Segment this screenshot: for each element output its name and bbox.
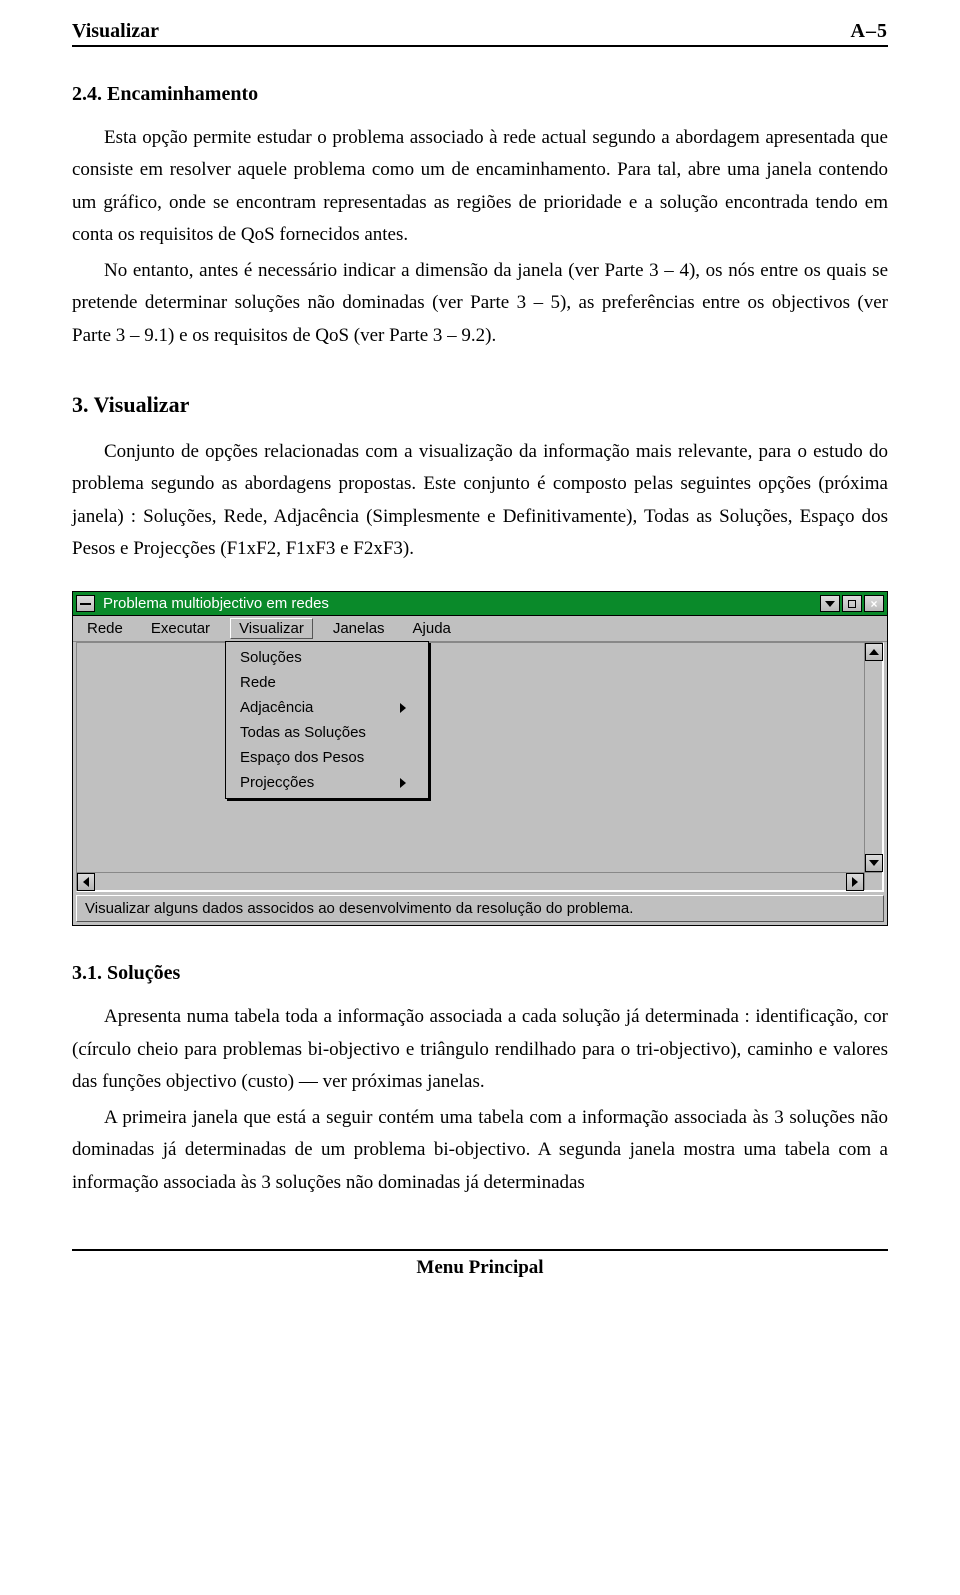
- menu-rede[interactable]: Rede: [87, 620, 123, 637]
- status-text: Visualizar alguns dados associdos ao des…: [85, 900, 633, 917]
- header-left: Visualizar: [72, 20, 159, 43]
- para-2-4-a: Esta opção permite estudar o problema as…: [72, 122, 888, 251]
- menubar: Rede Executar Visualizar Janelas Ajuda: [73, 616, 887, 642]
- para-3-a: Conjunto de opções relacionadas com a vi…: [72, 436, 888, 565]
- dd-label: Rede: [240, 674, 276, 691]
- page-footer: Menu Principal: [72, 1249, 888, 1279]
- app-window: Problema multiobjectivo em redes × Rede …: [72, 591, 888, 926]
- arrow-up-icon: [869, 649, 879, 655]
- para-3-1-b: A primeira janela que está a seguir cont…: [72, 1102, 888, 1199]
- page-running-header: Visualizar A–5: [72, 20, 888, 47]
- heading-3-1: 3.1. Soluções: [72, 962, 888, 985]
- titlebar[interactable]: Problema multiobjectivo em redes ×: [73, 592, 887, 616]
- scroll-up-button[interactable]: [865, 643, 883, 661]
- scroll-right-button[interactable]: [846, 873, 864, 891]
- size-grip[interactable]: [864, 872, 882, 890]
- dd-label: Soluções: [240, 649, 302, 666]
- arrow-left-icon: [83, 877, 89, 887]
- dd-label: Todas as Soluções: [240, 724, 366, 741]
- horizontal-scrollbar[interactable]: [77, 872, 864, 890]
- scroll-left-button[interactable]: [77, 873, 95, 891]
- dd-projeccoes[interactable]: Projecções: [226, 770, 428, 795]
- window-title: Problema multiobjectivo em redes: [103, 595, 820, 612]
- para-3-1-a: Apresenta numa tabela toda a informação …: [72, 1001, 888, 1098]
- system-menu-icon[interactable]: [76, 595, 95, 612]
- header-right: A–5: [851, 20, 888, 43]
- arrow-right-icon: [852, 877, 858, 887]
- heading-2-4: 2.4. Encaminhamento: [72, 83, 888, 106]
- dd-todas-solucoes[interactable]: Todas as Soluções: [226, 720, 428, 745]
- scroll-down-button[interactable]: [865, 854, 883, 872]
- arrow-down-icon: [869, 860, 879, 866]
- maximize-icon: [848, 600, 856, 608]
- minimize-icon: [825, 601, 835, 607]
- menu-ajuda[interactable]: Ajuda: [413, 620, 451, 637]
- submenu-arrow-icon: [400, 703, 406, 713]
- menu-visualizar[interactable]: Visualizar: [230, 618, 313, 639]
- client-area: Soluções Rede Adjacência Todas as Soluçõ…: [76, 642, 884, 892]
- dropdown-visualizar: Soluções Rede Adjacência Todas as Soluçõ…: [225, 641, 429, 799]
- close-icon: ×: [870, 597, 877, 611]
- menu-janelas[interactable]: Janelas: [333, 620, 385, 637]
- dd-adjacencia[interactable]: Adjacência: [226, 695, 428, 720]
- statusbar: Visualizar alguns dados associdos ao des…: [76, 895, 884, 922]
- dd-label: Espaço dos Pesos: [240, 749, 364, 766]
- menu-executar[interactable]: Executar: [151, 620, 210, 637]
- dd-label: Projecções: [240, 774, 314, 791]
- minimize-button[interactable]: [820, 595, 840, 612]
- dd-solucoes[interactable]: Soluções: [226, 645, 428, 670]
- submenu-arrow-icon: [400, 778, 406, 788]
- heading-3: 3. Visualizar: [72, 392, 888, 418]
- vertical-scrollbar[interactable]: [864, 643, 882, 872]
- close-button[interactable]: ×: [864, 595, 884, 612]
- dd-espaco-pesos[interactable]: Espaço dos Pesos: [226, 745, 428, 770]
- dd-rede[interactable]: Rede: [226, 670, 428, 695]
- para-2-4-b: No entanto, antes é necessário indicar a…: [72, 255, 888, 352]
- maximize-button[interactable]: [842, 595, 862, 612]
- footer-text: Menu Principal: [416, 1257, 543, 1278]
- dd-label: Adjacência: [240, 699, 313, 716]
